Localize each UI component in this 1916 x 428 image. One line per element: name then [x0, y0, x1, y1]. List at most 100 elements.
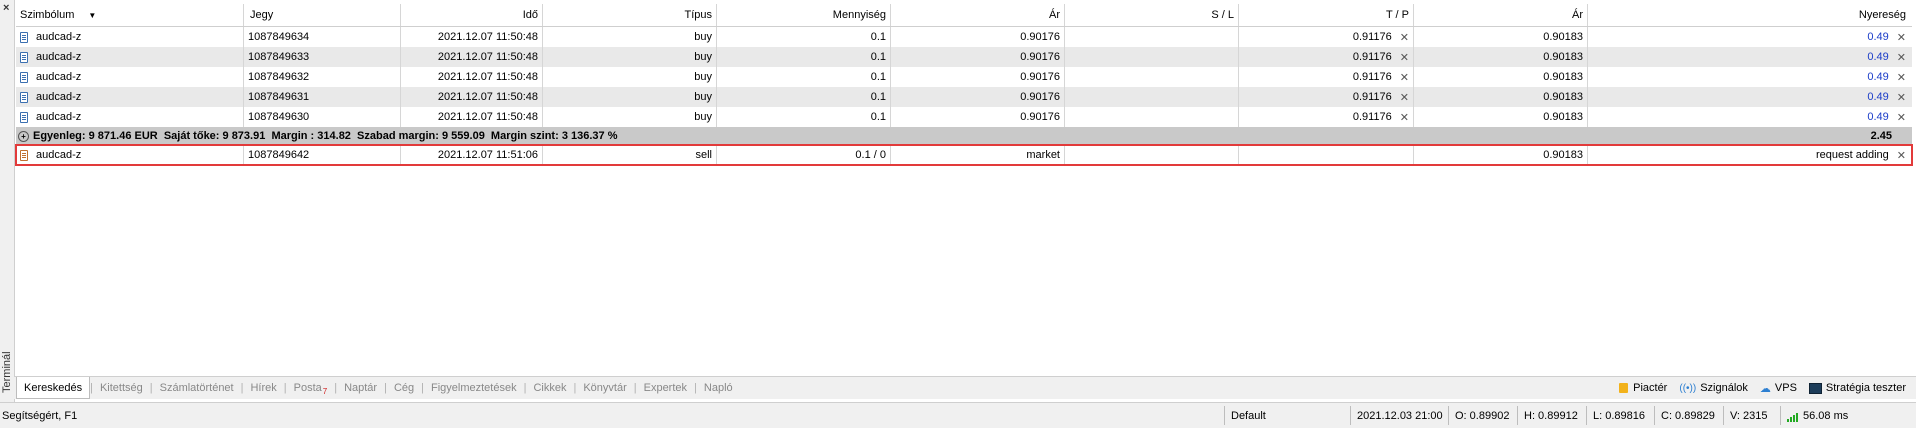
market-button[interactable]: Piactér	[1619, 382, 1667, 394]
header-ticket[interactable]: Jegy	[244, 4, 401, 26]
row-tp: 0.91176	[1352, 91, 1392, 103]
header-volume[interactable]: Mennyiség	[717, 4, 891, 26]
monitor-icon	[1808, 382, 1822, 394]
close-order-icon[interactable]: ✕	[1897, 149, 1906, 162]
row-ticket: 1087849634	[244, 27, 401, 47]
tab-5[interactable]: Naptár	[337, 382, 384, 394]
row-sl[interactable]	[1065, 47, 1239, 67]
remove-tp-icon[interactable]: ✕	[1400, 31, 1409, 44]
account-summary-row[interactable]: + Egyenleg: 9 871.46 EUR Saját tőke: 9 8…	[16, 127, 1912, 145]
strategy-tester-button[interactable]: Stratégia teszter	[1808, 382, 1906, 394]
table-row[interactable]: audcad-z 1087849634 2021.12.07 11:50:48 …	[16, 27, 1912, 47]
row-ticket: 1087849633	[244, 47, 401, 67]
pending-current-price: 0.90183	[1414, 145, 1588, 165]
row-symbol: audcad-z	[36, 51, 82, 63]
buy-order-icon	[20, 91, 28, 103]
pending-type: sell	[543, 145, 717, 165]
vps-button[interactable]: ☁ VPS	[1760, 382, 1797, 395]
table-header: Szimbólum ▼ Jegy Idő Típus Mennyiség Ár …	[16, 4, 1912, 27]
row-ticket: 1087849631	[244, 87, 401, 107]
signals-button[interactable]: ((•)) Szignálok	[1679, 382, 1748, 394]
row-current-price: 0.90183	[1414, 67, 1588, 87]
row-current-price: 0.90183	[1414, 47, 1588, 67]
remove-tp-icon[interactable]: ✕	[1400, 111, 1409, 124]
status-low: L: 0.89816	[1586, 406, 1654, 425]
tab-label: Cikkek	[533, 382, 567, 394]
buy-order-icon	[20, 71, 28, 83]
tab-4[interactable]: Posta7	[287, 382, 335, 396]
tab-label: Cég	[393, 382, 415, 394]
expand-plus-icon[interactable]: +	[18, 130, 29, 142]
profile-name[interactable]: Default	[1224, 406, 1350, 425]
tab-label: Hírek	[250, 382, 277, 394]
header-time[interactable]: Idő	[401, 4, 543, 26]
total-profit: 2.45	[1870, 130, 1892, 142]
close-position-icon[interactable]: ✕	[1897, 111, 1906, 124]
row-sl[interactable]	[1065, 87, 1239, 107]
table-row[interactable]: audcad-z 1087849633 2021.12.07 11:50:48 …	[16, 47, 1912, 67]
account-summary-text: Egyenleg: 9 871.46 EUR Saját tőke: 9 873…	[33, 130, 618, 142]
table-row[interactable]: audcad-z 1087849631 2021.12.07 11:50:48 …	[16, 87, 1912, 107]
close-icon[interactable]: ×	[3, 3, 9, 14]
tab-7[interactable]: Figyelmeztetések	[424, 382, 524, 394]
header-price[interactable]: Ár	[891, 4, 1065, 26]
tab-11[interactable]: Napló	[697, 382, 740, 394]
row-ticket: 1087849630	[244, 107, 401, 127]
remove-tp-icon[interactable]: ✕	[1400, 51, 1409, 64]
terminal-title: Terminál	[1, 351, 13, 393]
tab-10[interactable]: Expertek	[637, 382, 694, 394]
status-datetime: 2021.12.03 21:00	[1350, 406, 1448, 425]
tab-label: Expertek	[643, 382, 688, 394]
row-profit: 0.49	[1867, 51, 1889, 63]
close-position-icon[interactable]: ✕	[1897, 71, 1906, 84]
header-tp[interactable]: T / P	[1239, 4, 1414, 26]
header-sl[interactable]: S / L	[1065, 4, 1239, 26]
tab-0[interactable]: Kereskedés	[16, 377, 91, 399]
close-position-icon[interactable]: ✕	[1897, 91, 1906, 104]
row-time: 2021.12.07 11:50:48	[401, 47, 543, 67]
header-current-price[interactable]: Ár	[1414, 4, 1588, 26]
remove-tp-icon[interactable]: ✕	[1400, 71, 1409, 84]
row-profit: 0.49	[1867, 111, 1889, 123]
header-profit[interactable]: Nyereség	[1588, 4, 1912, 26]
tab-6[interactable]: Cég	[387, 382, 421, 394]
tab-3[interactable]: Hírek	[243, 382, 283, 394]
row-symbol: audcad-z	[36, 111, 82, 123]
row-sl[interactable]	[1065, 107, 1239, 127]
tab-label: Kereskedés	[24, 381, 83, 394]
tab-9[interactable]: Könyvtár	[576, 382, 633, 394]
status-volume: V: 2315	[1723, 406, 1780, 425]
close-position-icon[interactable]: ✕	[1897, 51, 1906, 64]
status-open: O: 0.89902	[1448, 406, 1517, 425]
table-row[interactable]: audcad-z 1087849630 2021.12.07 11:50:48 …	[16, 107, 1912, 127]
row-tp: 0.91176	[1352, 51, 1392, 63]
row-volume: 0.1	[717, 47, 891, 67]
row-sl[interactable]	[1065, 27, 1239, 47]
close-position-icon[interactable]: ✕	[1897, 31, 1906, 44]
row-volume: 0.1	[717, 107, 891, 127]
row-time: 2021.12.07 11:50:48	[401, 67, 543, 87]
row-symbol: audcad-z	[36, 91, 82, 103]
cloud-icon: ☁	[1759, 382, 1771, 395]
header-type[interactable]: Típus	[543, 4, 717, 26]
row-price: 0.90176	[891, 27, 1065, 47]
tab-2[interactable]: Számlatörténet	[153, 382, 241, 394]
tab-label: Kitettség	[99, 382, 143, 394]
remove-tp-icon[interactable]: ✕	[1400, 91, 1409, 104]
row-sl[interactable]	[1065, 67, 1239, 87]
help-hint: Segítségért, F1	[2, 409, 78, 422]
row-symbol: audcad-z	[36, 31, 82, 43]
mail-count-badge: 7	[322, 387, 328, 396]
row-time: 2021.12.07 11:50:48	[401, 27, 543, 47]
pending-price: market	[891, 145, 1065, 165]
terminal-tab-bar: Kereskedés | Kitettség | Számlatörténet | Híre…	[14, 376, 1916, 399]
tab-8[interactable]: Cikkek	[526, 382, 573, 394]
row-type: buy	[543, 87, 717, 107]
table-row[interactable]: audcad-z 1087849632 2021.12.07 11:50:48 …	[16, 67, 1912, 87]
row-price: 0.90176	[891, 47, 1065, 67]
connection-status[interactable]: 56.08 ms	[1780, 406, 1916, 425]
tab-1[interactable]: Kitettség	[93, 382, 150, 394]
tab-label: Számlatörténet	[159, 382, 234, 394]
header-symbol[interactable]: Szimbólum ▼	[16, 4, 244, 26]
pending-order-row[interactable]: audcad-z 1087849642 2021.12.07 11:51:06 …	[15, 144, 1913, 166]
